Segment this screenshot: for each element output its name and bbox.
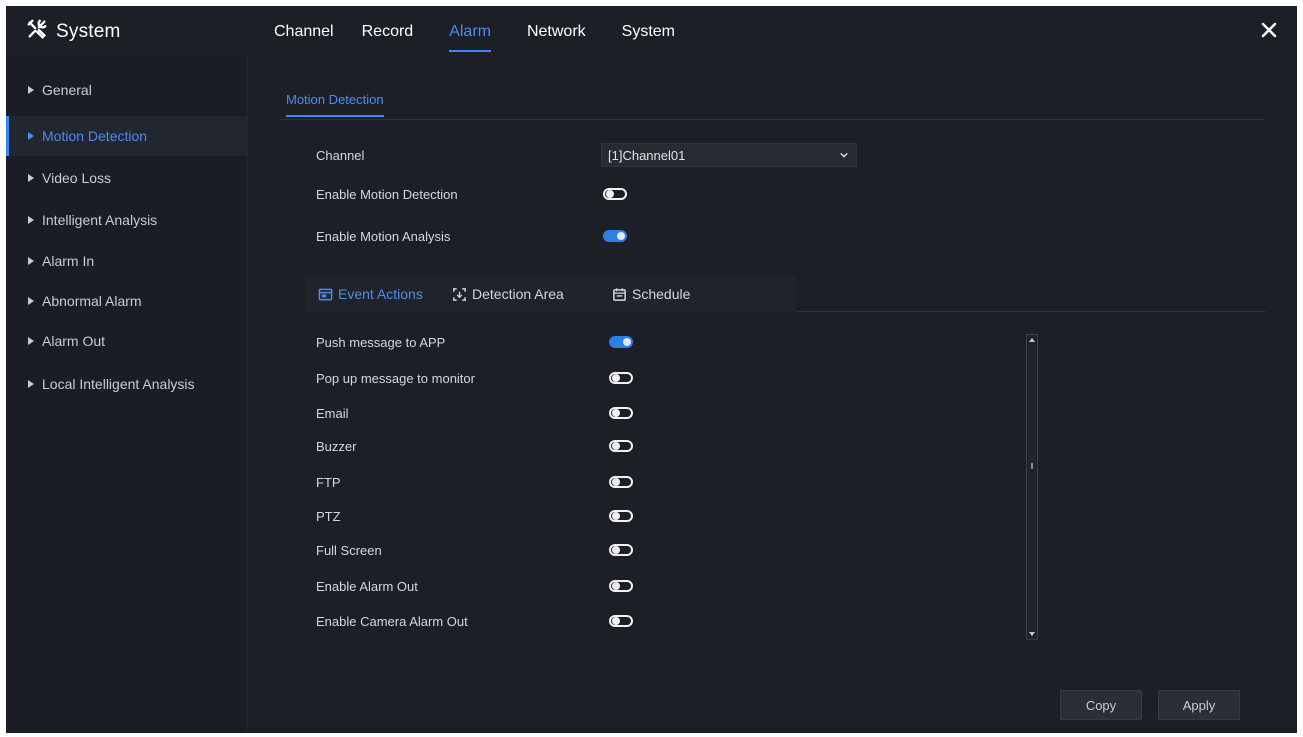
settings-window: System Channel Record Alarm Network Syst… — [6, 6, 1297, 733]
calendar-icon — [613, 287, 626, 301]
arrow-right-icon — [28, 380, 34, 388]
enable-camera-alarm-out-label: Enable Camera Alarm Out — [316, 613, 468, 629]
tab-event-actions[interactable]: Event Actions — [318, 276, 423, 312]
full-screen-label: Full Screen — [316, 542, 382, 558]
sidebar-item-label: Intelligent Analysis — [42, 212, 158, 228]
ptz-label: PTZ — [316, 508, 341, 524]
tab-alarm[interactable]: Alarm — [449, 6, 491, 58]
enable-motion-detection-label: Enable Motion Detection — [316, 186, 458, 202]
sidebar-item-general[interactable]: General — [6, 70, 248, 110]
sidebar-item-label: Motion Detection — [42, 128, 148, 144]
enable-alarm-out-toggle[interactable] — [609, 580, 633, 592]
scroll-thumb[interactable] — [1031, 463, 1033, 469]
scroll-up-icon[interactable] — [1029, 338, 1035, 342]
sidebar-item-label: Local Intelligent Analysis — [42, 376, 195, 392]
arrow-right-icon — [28, 132, 34, 140]
arrow-right-icon — [28, 297, 34, 305]
sidebar-item-alarm-out[interactable]: Alarm Out — [6, 321, 248, 361]
sidebar: General Motion Detection Video Loss Inte… — [6, 58, 248, 733]
popup-message-toggle[interactable] — [609, 372, 633, 384]
email-toggle[interactable] — [609, 407, 633, 419]
subtab-bar: Motion Detection — [280, 86, 1265, 120]
sidebar-item-video-loss[interactable]: Video Loss — [6, 158, 248, 198]
apply-button[interactable]: Apply — [1158, 690, 1240, 720]
sidebar-item-abnormal-alarm[interactable]: Abnormal Alarm — [6, 281, 248, 321]
channel-label: Channel — [316, 147, 365, 163]
popup-message-label: Pop up message to monitor — [316, 370, 475, 386]
tab-detection-area[interactable]: Detection Area — [452, 276, 564, 312]
tools-icon — [26, 18, 48, 45]
sidebar-item-label: General — [42, 82, 92, 98]
arrow-right-icon — [28, 86, 34, 94]
top-bar: System Channel Record Alarm Network Syst… — [6, 6, 1297, 58]
actions-scrollbar[interactable] — [1026, 334, 1038, 640]
arrow-right-icon — [28, 337, 34, 345]
chevron-down-icon — [840, 152, 848, 158]
email-label: Email — [316, 405, 349, 421]
subtab-motion-detection[interactable]: Motion Detection — [286, 92, 384, 117]
sidebar-item-label: Abnormal Alarm — [42, 293, 142, 309]
ftp-label: FTP — [316, 474, 341, 490]
enable-motion-analysis-toggle[interactable] — [603, 230, 627, 242]
event-icon — [318, 288, 333, 300]
tab-label: Detection Area — [472, 286, 564, 302]
area-icon — [453, 287, 466, 301]
arrow-right-icon — [28, 257, 34, 265]
sidebar-item-motion-detection[interactable]: Motion Detection — [6, 116, 248, 156]
content-panel: Motion Detection Channel [1]Channel01 En… — [248, 58, 1297, 733]
sidebar-item-intelligent-analysis[interactable]: Intelligent Analysis — [6, 200, 248, 240]
copy-button[interactable]: Copy — [1060, 690, 1142, 720]
tab-record[interactable]: Record — [362, 6, 414, 58]
arrow-right-icon — [28, 174, 34, 182]
enable-alarm-out-label: Enable Alarm Out — [316, 578, 418, 594]
sidebar-item-label: Video Loss — [42, 170, 112, 186]
arrow-right-icon — [28, 216, 34, 224]
push-message-label: Push message to APP — [316, 334, 446, 350]
buzzer-toggle[interactable] — [609, 440, 633, 452]
main-tabs: Channel Record Alarm Network System — [274, 6, 675, 58]
close-icon — [1261, 22, 1277, 38]
push-message-toggle[interactable] — [609, 336, 633, 348]
buzzer-label: Buzzer — [316, 438, 357, 454]
sidebar-item-alarm-in[interactable]: Alarm In — [6, 241, 248, 281]
tab-schedule[interactable]: Schedule — [612, 276, 690, 312]
sidebar-item-label: Alarm Out — [42, 333, 106, 349]
scroll-down-icon[interactable] — [1029, 632, 1035, 636]
enable-motion-analysis-label: Enable Motion Analysis — [316, 228, 451, 244]
app-title: System — [56, 20, 121, 42]
tab-channel[interactable]: Channel — [274, 6, 334, 58]
sidebar-item-label: Alarm In — [42, 253, 95, 269]
channel-select-value: [1]Channel01 — [608, 147, 686, 163]
enable-camera-alarm-out-toggle[interactable] — [609, 615, 633, 627]
ptz-toggle[interactable] — [609, 510, 633, 522]
close-button[interactable] — [1257, 18, 1281, 42]
app-brand: System — [26, 18, 121, 45]
tab-label: Event Actions — [338, 286, 423, 302]
tab-network[interactable]: Network — [527, 6, 586, 58]
sidebar-item-local-intelligent-analysis[interactable]: Local Intelligent Analysis — [6, 364, 248, 404]
full-screen-toggle[interactable] — [609, 544, 633, 556]
ftp-toggle[interactable] — [609, 476, 633, 488]
enable-motion-detection-toggle[interactable] — [603, 188, 627, 200]
tab-system[interactable]: System — [622, 6, 675, 58]
channel-select[interactable]: [1]Channel01 — [601, 143, 857, 167]
tab-label: Schedule — [632, 286, 691, 302]
action-tabs: Event Actions Detection Area Schedule — [306, 276, 1266, 312]
